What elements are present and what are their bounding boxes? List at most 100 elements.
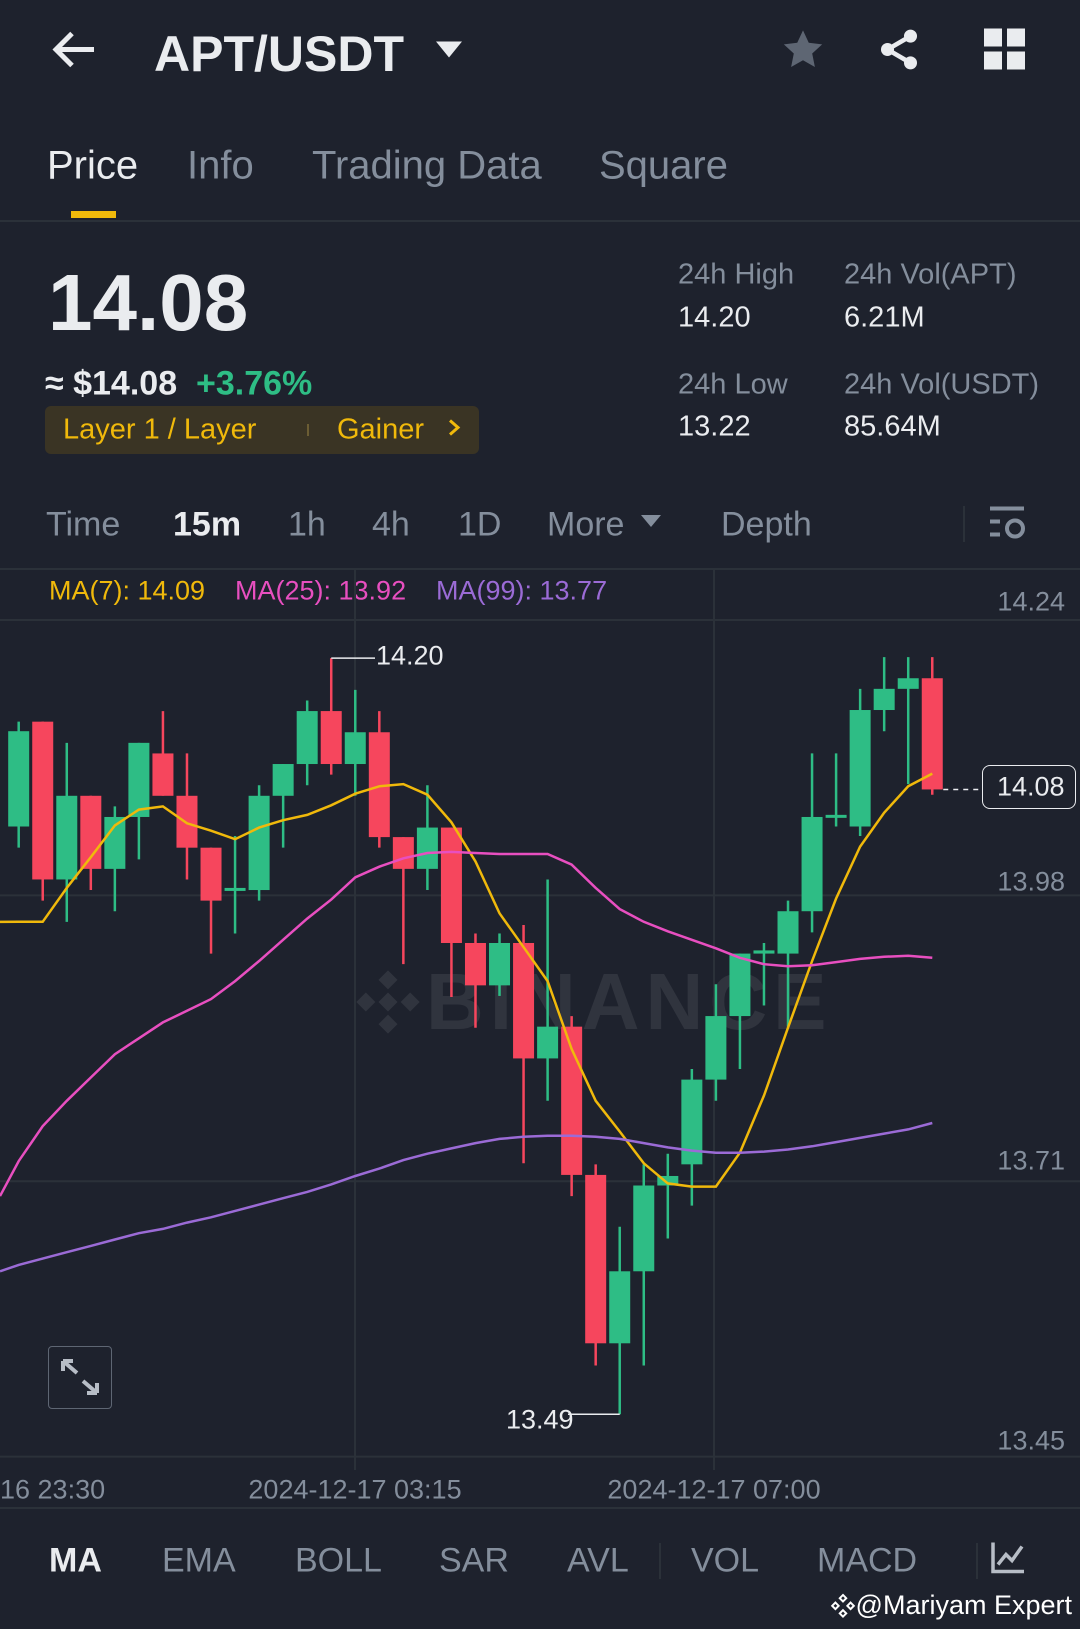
last-price: 14.08 — [48, 258, 249, 347]
candle-body — [513, 942, 535, 1059]
candle-body — [489, 942, 511, 986]
candle-body — [320, 711, 342, 765]
candle-body — [801, 816, 823, 912]
time-axis-label: 2024-12-17 03:15 — [248, 1474, 462, 1505]
candle-body — [464, 942, 486, 986]
candle-body — [344, 732, 366, 765]
candle-body — [152, 753, 174, 796]
candle-body — [585, 1174, 607, 1344]
current-price-tag: 14.08 — [982, 765, 1076, 809]
interval-1d[interactable]: 1D — [458, 506, 501, 545]
interval-time[interactable]: Time — [46, 506, 120, 545]
depth-tab[interactable]: Depth — [721, 506, 812, 545]
candle-body — [176, 795, 198, 848]
tag-rank[interactable]: Gainer — [337, 414, 424, 447]
candle-body — [392, 837, 414, 869]
tab-price[interactable]: Price — [47, 144, 138, 189]
expand-icon — [61, 1359, 99, 1395]
candle-body — [8, 731, 30, 827]
watermark-label: @Mariyam Expert — [855, 1590, 1072, 1621]
back-arrow-icon[interactable] — [50, 30, 98, 75]
time-axis-label: 2024-12-17 07:00 — [607, 1474, 821, 1505]
candle-body — [296, 711, 318, 765]
share-icon[interactable] — [876, 27, 922, 78]
candle-body — [200, 847, 222, 901]
stat-label: 24h Vol(APT) — [844, 258, 1017, 291]
candle-body — [753, 950, 775, 954]
candle-body — [56, 795, 78, 880]
fullscreen-button[interactable] — [48, 1346, 112, 1409]
candle-body — [128, 742, 150, 817]
stat-label: 24h Low — [678, 368, 788, 401]
candle-body — [537, 1026, 559, 1059]
candle-body — [897, 678, 919, 689]
indicator-vol[interactable]: VOL — [691, 1542, 759, 1581]
candle-body — [729, 953, 751, 1017]
interval-more[interactable]: More — [547, 506, 624, 545]
grid-icon[interactable] — [984, 28, 1026, 76]
ma99-line — [0, 1121, 933, 1273]
price-axis-label: 13.98 — [997, 866, 1065, 897]
candle-body — [873, 688, 895, 711]
price-axis-label: 13.71 — [997, 1145, 1065, 1176]
caret-down-icon[interactable] — [641, 514, 661, 532]
fiat-price: ≈ $14.08 — [45, 364, 178, 403]
star-icon[interactable] — [780, 27, 826, 78]
candle-body — [849, 710, 871, 827]
stat-label: 24h High — [678, 258, 795, 291]
active-tab-indicator — [71, 211, 116, 218]
indicator-divider — [976, 1543, 978, 1579]
candlestick-chart[interactable] — [0, 570, 1080, 1470]
tab-trading-data[interactable]: Trading Data — [312, 144, 542, 189]
candle-body — [248, 795, 270, 891]
price-axis-label: 13.45 — [997, 1425, 1065, 1456]
stat-value: 14.20 — [678, 301, 751, 334]
candle-body — [777, 911, 799, 954]
interval-divider — [963, 506, 965, 542]
candle-body — [705, 1016, 727, 1080]
price-change: +3.76% — [196, 364, 313, 403]
stat-value: 6.21M — [844, 301, 925, 334]
candle-body — [825, 814, 847, 818]
watermark-text: @Mariyam Expert — [830, 1589, 1072, 1621]
indicator-macd[interactable]: MACD — [817, 1542, 917, 1581]
low-marker-label: 13.49 — [506, 1404, 574, 1435]
price-axis-label: 14.24 — [997, 586, 1065, 617]
indicator-ma[interactable]: MA — [49, 1542, 102, 1581]
indicators-divider — [0, 1507, 1080, 1509]
tab-square[interactable]: Square — [599, 144, 728, 189]
indicator-divider — [659, 1543, 661, 1579]
diamond-logo-icon — [830, 1593, 855, 1618]
candle-body — [32, 721, 54, 880]
chevron-right-icon — [447, 418, 461, 443]
indicator-settings-icon[interactable] — [990, 1541, 1026, 1580]
tag-category[interactable]: Layer 1 / Layer — [63, 414, 256, 447]
stat-value: 85.64M — [844, 410, 941, 443]
indicator-ema[interactable]: EMA — [162, 1542, 236, 1581]
indicator-sar[interactable]: SAR — [439, 1542, 509, 1581]
tab-info[interactable]: Info — [187, 144, 254, 189]
interval-4h[interactable]: 4h — [372, 506, 410, 545]
high-marker-label: 14.20 — [376, 640, 444, 671]
tabs-divider — [0, 220, 1080, 222]
chart-settings-icon[interactable] — [988, 504, 1028, 547]
tag-bar[interactable]: Layer 1 / Layer Gainer — [45, 406, 479, 454]
candle-body — [416, 827, 438, 869]
indicator-boll[interactable]: BOLL — [295, 1542, 382, 1581]
pair-title[interactable]: APT/USDT — [154, 25, 404, 83]
candle-body — [921, 678, 943, 790]
tag-separator — [307, 424, 309, 436]
current-price-value: 14.08 — [997, 771, 1065, 802]
stat-label: 24h Vol(USDT) — [844, 368, 1040, 401]
time-axis-label: 16 23:30 — [0, 1474, 106, 1505]
candle-body — [272, 764, 294, 796]
interval-15m[interactable]: 15m — [173, 506, 241, 545]
candle-body — [609, 1271, 631, 1344]
stat-value: 13.22 — [678, 410, 751, 443]
candle-body — [633, 1185, 655, 1272]
indicator-avl[interactable]: AVL — [567, 1542, 629, 1581]
candle-body — [440, 827, 462, 943]
interval-1h[interactable]: 1h — [288, 506, 326, 545]
caret-down-icon[interactable] — [434, 40, 464, 65]
candle-body — [224, 887, 246, 891]
